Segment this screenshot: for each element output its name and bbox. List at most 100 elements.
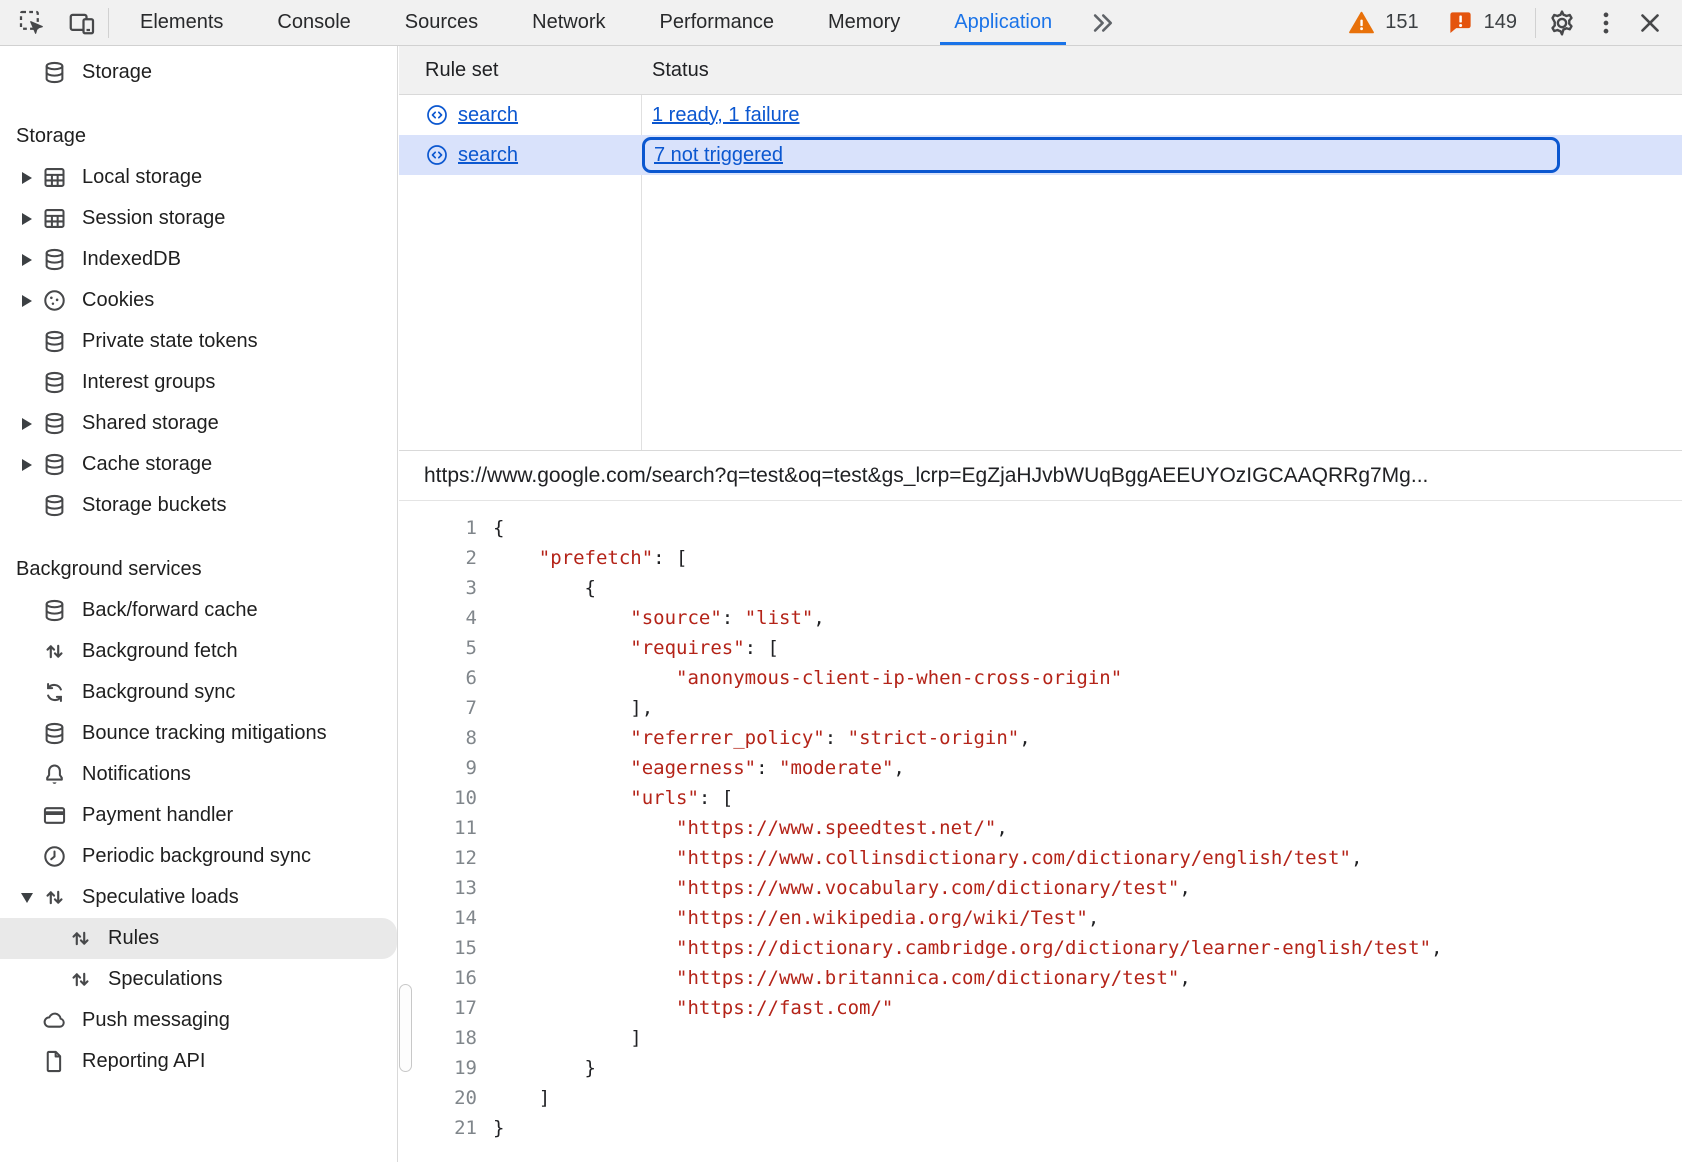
code-text: "source": "list", [493, 603, 825, 633]
tab-sources[interactable]: Sources [378, 0, 505, 45]
rule-set-url: https://www.google.com/search?q=test&oq=… [399, 451, 1682, 501]
sidebar-item-background-sync[interactable]: Background sync [0, 672, 397, 713]
sidebar-item-label: Speculative loads [82, 886, 239, 909]
code-viewer: 1{2 "prefetch": [3 {4 "source": "list",5… [399, 513, 1682, 1143]
status-cell[interactable]: 1 ready, 1 failure [641, 104, 1682, 127]
code-line: 18 ] [399, 1023, 1682, 1053]
disclosure-slot [13, 172, 41, 184]
settings-button[interactable] [1540, 3, 1584, 43]
ruleset-row[interactable]: search 1 ready, 1 failure [399, 95, 1682, 135]
database-icon [41, 410, 68, 437]
sidebar-item-payment-handler[interactable]: Payment handler [0, 795, 397, 836]
sidebar-item-label: Cookies [82, 289, 154, 312]
triangle-collapsed-icon[interactable] [22, 213, 32, 225]
sidebar-item-cache-storage[interactable]: Cache storage [0, 444, 397, 485]
tab-application[interactable]: Application [927, 0, 1079, 45]
sidebar-item-storage[interactable]: Storage [0, 52, 397, 93]
database-icon [41, 369, 68, 396]
line-number: 21 [399, 1113, 477, 1143]
column-header-status: Status [641, 59, 1682, 82]
triangle-collapsed-icon[interactable] [22, 254, 32, 266]
section-header-storage: Storage [0, 116, 397, 157]
sidebar-item-reporting-api[interactable]: Reporting API [0, 1041, 397, 1082]
line-number: 8 [399, 723, 477, 753]
code-text: ] [493, 1083, 550, 1113]
warnings-counter[interactable]: 151 [1334, 9, 1432, 36]
sidebar-item-label: Storage [82, 61, 152, 84]
sidebar-item-label: Speculations [108, 968, 223, 991]
tab-network[interactable]: Network [505, 0, 632, 45]
code-text: { [493, 573, 596, 603]
status-focus-ring[interactable]: 7 not triggered [642, 137, 1560, 173]
doc-icon [41, 1048, 68, 1075]
triangle-collapsed-icon[interactable] [22, 459, 32, 471]
sidebar-item-speculative-loads[interactable]: Speculative loads [0, 877, 397, 918]
tab-performance[interactable]: Performance [633, 0, 802, 45]
line-number: 11 [399, 813, 477, 843]
triangle-collapsed-icon[interactable] [22, 418, 32, 430]
status-cell[interactable]: 7 not triggered [641, 135, 1682, 175]
cloud-icon [41, 1007, 68, 1034]
scrollbar-thumb[interactable] [399, 984, 412, 1072]
triangle-collapsed-icon[interactable] [22, 172, 32, 184]
sidebar-item-label: Notifications [82, 763, 191, 786]
table-icon [41, 205, 68, 232]
ruleset-row[interactable]: search 7 not triggered [399, 135, 1682, 175]
disclosure-slot [13, 459, 41, 471]
sidebar-item-cookies[interactable]: Cookies [0, 280, 397, 321]
gear-icon [1547, 8, 1577, 38]
code-circle-icon [425, 103, 449, 127]
menu-button[interactable] [1584, 3, 1628, 43]
sidebar-item-interest-groups[interactable]: Interest groups [0, 362, 397, 403]
sidebar-item-push-messaging[interactable]: Push messaging [0, 1000, 397, 1041]
rule-set-link[interactable]: search [458, 144, 518, 167]
device-toolbar-button[interactable] [60, 3, 104, 43]
warning-icon [1348, 9, 1375, 36]
status-link[interactable]: 1 ready, 1 failure [652, 104, 800, 126]
close-button[interactable] [1628, 3, 1672, 43]
code-line: 2 "prefetch": [ [399, 543, 1682, 573]
rule-set-source-pane: 1{2 "prefetch": [3 {4 "source": "list",5… [399, 501, 1682, 1162]
more-tabs-button[interactable] [1079, 8, 1125, 38]
rule-set-link[interactable]: search [458, 104, 518, 127]
database-icon [41, 328, 68, 355]
sidebar-item-indexeddb[interactable]: IndexedDB [0, 239, 397, 280]
inspect-element-button[interactable] [10, 3, 54, 43]
sidebar-item-session-storage[interactable]: Session storage [0, 198, 397, 239]
sidebar-item-shared-storage[interactable]: Shared storage [0, 403, 397, 444]
sidebar-item-periodic-background-sync[interactable]: Periodic background sync [0, 836, 397, 877]
code-line: 12 "https://www.collinsdictionary.com/di… [399, 843, 1682, 873]
status-link[interactable]: 7 not triggered [654, 144, 783, 167]
disclosure-slot [13, 213, 41, 225]
sidebar-item-private-state-tokens[interactable]: Private state tokens [0, 321, 397, 362]
sidebar-item-rules[interactable]: Rules [0, 918, 397, 959]
sidebar-item-storage-buckets[interactable]: Storage buckets [0, 485, 397, 526]
code-line: 19 } [399, 1053, 1682, 1083]
sidebar-item-bounce-tracking-mitigations[interactable]: Bounce tracking mitigations [0, 713, 397, 754]
device-toolbar-icon [67, 8, 97, 38]
code-line: 17 "https://fast.com/" [399, 993, 1682, 1023]
code-text: ] [493, 1023, 642, 1053]
code-text: "urls": [ [493, 783, 733, 813]
triangle-collapsed-icon[interactable] [22, 295, 32, 307]
tab-memory[interactable]: Memory [801, 0, 927, 45]
rule-sets-panel: Rule set Status search1 ready, 1 failure… [399, 46, 1682, 451]
issue-icon [1447, 9, 1474, 36]
sidebar-item-notifications[interactable]: Notifications [0, 754, 397, 795]
tab-console[interactable]: Console [250, 0, 377, 45]
code-line: 5 "requires": [ [399, 633, 1682, 663]
sidebar-item-back-forward-cache[interactable]: Back/forward cache [0, 590, 397, 631]
sidebar-item-speculations[interactable]: Speculations [0, 959, 397, 1000]
tab-elements[interactable]: Elements [113, 0, 250, 45]
devtools-window: ElementsConsoleSourcesNetworkPerformance… [0, 0, 1682, 1162]
sidebar-item-local-storage[interactable]: Local storage [0, 157, 397, 198]
triangle-expanded-icon[interactable] [21, 893, 33, 903]
sidebar-item-background-fetch[interactable]: Background fetch [0, 631, 397, 672]
line-number: 7 [399, 693, 477, 723]
code-line: 15 "https://dictionary.cambridge.org/dic… [399, 933, 1682, 963]
code-line: 10 "urls": [ [399, 783, 1682, 813]
toolbar-right: 151 149 [1334, 3, 1682, 43]
code-text: "https://www.collinsdictionary.com/dicti… [493, 843, 1362, 873]
issues-counter[interactable]: 149 [1433, 9, 1531, 36]
updown-icon [67, 966, 94, 993]
